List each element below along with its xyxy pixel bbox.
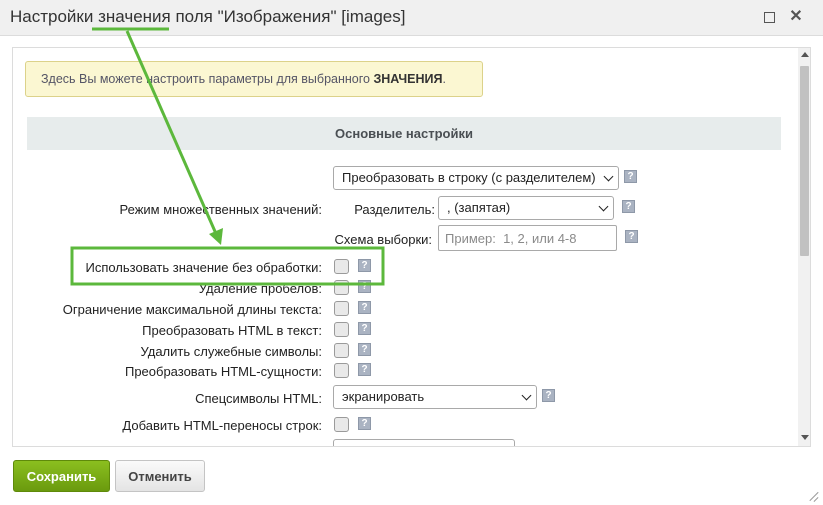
trim-checkbox[interactable] (334, 280, 349, 295)
scrollbar-thumb[interactable] (800, 66, 809, 256)
entities-label: Преобразовать HTML-сущности: (124, 364, 322, 379)
help-icon[interactable]: ? (358, 280, 371, 293)
nl2br-checkbox[interactable] (334, 417, 349, 432)
strip-label: Удалить служебные символы: (140, 344, 322, 359)
help-icon[interactable]: ? (358, 259, 371, 272)
help-icon[interactable]: ? (542, 389, 555, 402)
scroll-down-icon[interactable] (801, 435, 809, 440)
nl2br-label: Добавить HTML-переносы строк: (122, 418, 322, 433)
chevron-down-icon (521, 390, 532, 401)
multiple-mode-label: Режим множественных значений: (119, 202, 322, 217)
help-icon[interactable]: ? (358, 322, 371, 335)
info-message: Здесь Вы можете настроить параметры для … (25, 61, 483, 97)
dialog-title: Настройки значения поля "Изображения" [i… (10, 7, 406, 26)
settings-panel: Здесь Вы можете настроить параметры для … (12, 47, 811, 447)
section-title: Основные настройки (27, 117, 781, 150)
help-icon[interactable]: ? (622, 200, 635, 213)
html2text-checkbox[interactable] (334, 322, 349, 337)
maximize-icon[interactable] (760, 8, 778, 26)
html2text-label: Преобразовать HTML в текст: (142, 323, 322, 338)
help-icon[interactable]: ? (358, 363, 371, 376)
schema-label: Схема выборки: (334, 232, 432, 247)
chevron-down-icon (598, 201, 609, 212)
info-bold: ЗНАЧЕНИЯ (373, 72, 443, 86)
scrollbar[interactable] (798, 48, 810, 446)
help-icon[interactable]: ? (625, 230, 638, 243)
strip-checkbox[interactable] (334, 343, 349, 358)
entities-checkbox[interactable] (334, 363, 349, 378)
raw-value-label: Использовать значение без обработки: (85, 260, 322, 275)
maxlen-checkbox[interactable] (334, 301, 349, 316)
chevron-down-icon (603, 171, 614, 182)
raw-value-checkbox[interactable] (334, 259, 349, 274)
specialchars-label: Спецсимволы HTML: (195, 391, 322, 406)
scroll-up-icon[interactable] (801, 52, 809, 57)
resize-handle-icon[interactable] (808, 490, 820, 502)
help-icon[interactable]: ? (358, 343, 371, 356)
help-icon[interactable]: ? (358, 417, 371, 430)
trim-label: Удаление пробелов: (198, 281, 322, 296)
help-icon[interactable]: ? (358, 301, 371, 314)
separator-select[interactable]: , (запятая) (438, 196, 614, 220)
separator-label: Разделитель: (354, 202, 435, 217)
close-icon[interactable]: ✕ (787, 8, 805, 26)
dialog-titlebar: Настройки значения поля "Изображения" [i… (0, 0, 823, 36)
multiple-mode-select[interactable]: Преобразовать в строку (с разделителем) (333, 166, 619, 190)
cancel-button[interactable]: Отменить (115, 460, 205, 492)
specialchars-select[interactable]: экранировать (333, 385, 537, 409)
save-button[interactable]: Сохранить (13, 460, 110, 492)
maxlen-label: Ограничение максимальной длины текста: (62, 302, 322, 317)
help-icon[interactable]: ? (624, 170, 637, 183)
next-row-select[interactable] (333, 439, 515, 446)
schema-input[interactable] (438, 225, 617, 251)
